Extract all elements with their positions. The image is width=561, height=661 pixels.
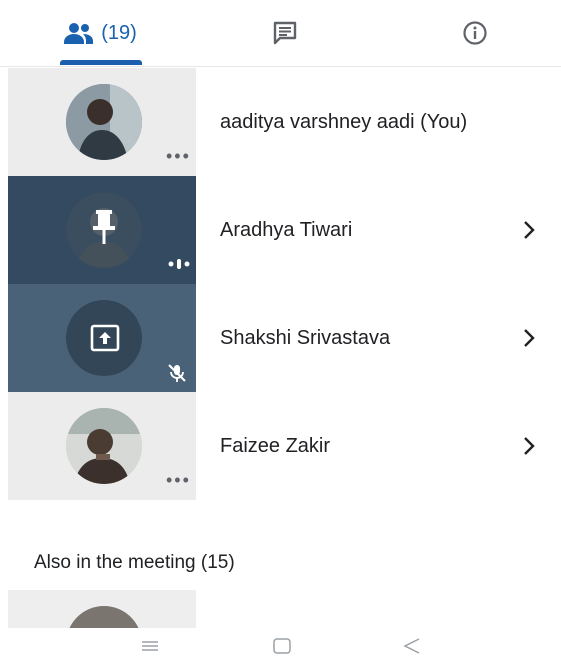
participant-tile: ••• xyxy=(8,392,196,500)
top-tab-bar: (19) xyxy=(0,0,561,67)
tab-info[interactable] xyxy=(430,0,520,66)
avatar xyxy=(66,84,142,160)
participant-tile[interactable] xyxy=(8,590,196,628)
participant-name: Aradhya Tiwari xyxy=(220,219,353,241)
participant-row[interactable]: Shakshi Srivastava xyxy=(0,284,561,392)
pin-icon xyxy=(93,210,115,244)
present-screen-icon xyxy=(90,324,120,352)
participant-row[interactable]: Aradhya Tiwari xyxy=(0,176,561,284)
participant-row[interactable]: ••• aaditya varshney aadi (You) xyxy=(0,68,561,176)
participant-tile xyxy=(8,176,196,284)
speaking-icon xyxy=(168,259,190,269)
more-dots-icon[interactable]: ••• xyxy=(166,470,191,491)
more-dots-icon[interactable]: ••• xyxy=(166,146,191,167)
chevron-right-icon[interactable] xyxy=(521,327,537,349)
participant-name: Faizee Zakir xyxy=(220,435,331,457)
participant-row[interactable]: ••• Faizee Zakir xyxy=(0,392,561,500)
back-triangle-icon xyxy=(403,637,420,654)
avatar xyxy=(66,408,142,484)
active-tab-indicator xyxy=(60,60,142,65)
menu-lines-icon xyxy=(142,640,158,651)
system-nav-bar xyxy=(0,630,561,661)
participant-tile xyxy=(8,284,196,392)
mic-off-icon xyxy=(168,364,186,382)
home-square-icon xyxy=(273,637,291,654)
chevron-right-icon[interactable] xyxy=(521,435,537,457)
people-icon xyxy=(64,23,94,44)
participant-list: ••• aaditya varshney aadi (You) Aradhya … xyxy=(0,68,561,500)
info-icon xyxy=(463,21,487,45)
participant-name: aaditya varshney aadi (You) xyxy=(220,111,468,133)
tab-people[interactable]: (19) xyxy=(30,0,170,66)
participant-name: Shakshi Srivastava xyxy=(220,327,391,349)
participant-tile: ••• xyxy=(8,68,196,176)
tab-chat[interactable] xyxy=(240,0,330,66)
back-button[interactable] xyxy=(392,630,432,661)
avatar xyxy=(66,606,142,628)
chevron-right-icon[interactable] xyxy=(521,219,537,241)
recents-button[interactable] xyxy=(130,630,170,661)
also-in-meeting-label: Also in the meeting (15) xyxy=(34,552,235,573)
home-button[interactable] xyxy=(262,630,302,661)
chat-icon xyxy=(273,21,297,45)
people-count: (19) xyxy=(101,21,137,44)
